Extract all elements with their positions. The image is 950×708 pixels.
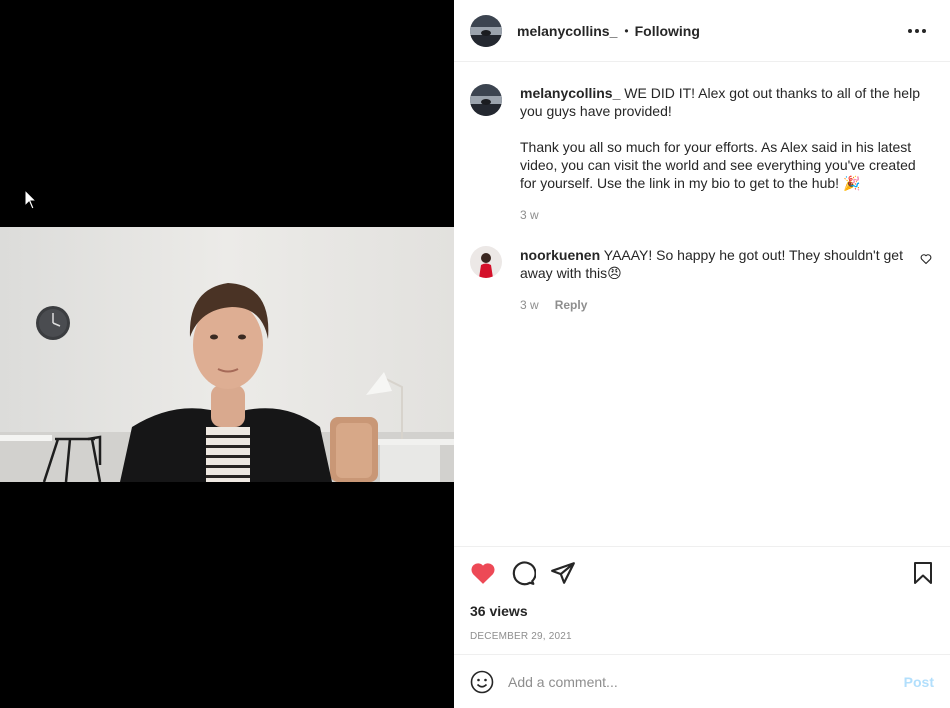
views-count[interactable]: 36 views xyxy=(470,603,934,619)
following-button[interactable]: Following xyxy=(635,23,700,39)
comment-age[interactable]: 3 w xyxy=(520,296,539,314)
emoji-icon[interactable] xyxy=(470,670,494,694)
comment-author[interactable]: noorkuenen xyxy=(520,247,600,263)
commenter-avatar[interactable] xyxy=(470,246,502,278)
caption-avatar[interactable] xyxy=(470,84,502,116)
share-icon[interactable] xyxy=(550,560,576,586)
add-comment-bar: Post xyxy=(454,654,950,708)
caption-author[interactable]: melanycollins_ xyxy=(520,85,620,101)
post-actions: 36 views DECEMBER 29, 2021 xyxy=(454,546,950,654)
bookmark-icon[interactable] xyxy=(912,561,934,585)
separator-dot: • xyxy=(624,23,629,38)
author-avatar[interactable] xyxy=(470,14,502,47)
mouse-cursor-icon xyxy=(24,189,38,210)
comments-list[interactable]: melanycollins_ WE DID IT! Alex got out t… xyxy=(454,62,950,546)
comment-icon[interactable] xyxy=(510,560,536,586)
comment-like-heart-icon[interactable] xyxy=(920,253,932,265)
video-frame[interactable] xyxy=(0,227,454,482)
author-username[interactable]: melanycollins_ xyxy=(517,23,617,39)
more-options-icon[interactable] xyxy=(900,23,934,39)
reply-button[interactable]: Reply xyxy=(555,296,588,314)
action-icons xyxy=(470,547,934,599)
comment-text: noorkuenen YAAAY! So happy he got out! T… xyxy=(520,246,916,282)
heart-icon[interactable] xyxy=(470,561,496,585)
caption-meta: 3 w xyxy=(520,206,934,224)
comment-input[interactable] xyxy=(508,673,904,690)
caption: melanycollins_ WE DID IT! Alex got out t… xyxy=(470,84,934,224)
caption-text: melanycollins_ WE DID IT! Alex got out t… xyxy=(520,84,934,120)
comment-meta: 3 w Reply xyxy=(520,296,916,314)
post-button[interactable]: Post xyxy=(904,674,934,690)
post-date[interactable]: DECEMBER 29, 2021 xyxy=(470,631,934,642)
caption-line-2: Thank you all so much for your efforts. … xyxy=(520,139,916,191)
caption-age[interactable]: 3 w xyxy=(520,206,539,224)
post-header: melanycollins_ • Following xyxy=(454,0,950,62)
post-media[interactable] xyxy=(0,0,454,708)
comment-item: noorkuenen YAAAY! So happy he got out! T… xyxy=(470,246,934,314)
post-details-panel: melanycollins_ • Following melanycollins… xyxy=(454,0,950,708)
